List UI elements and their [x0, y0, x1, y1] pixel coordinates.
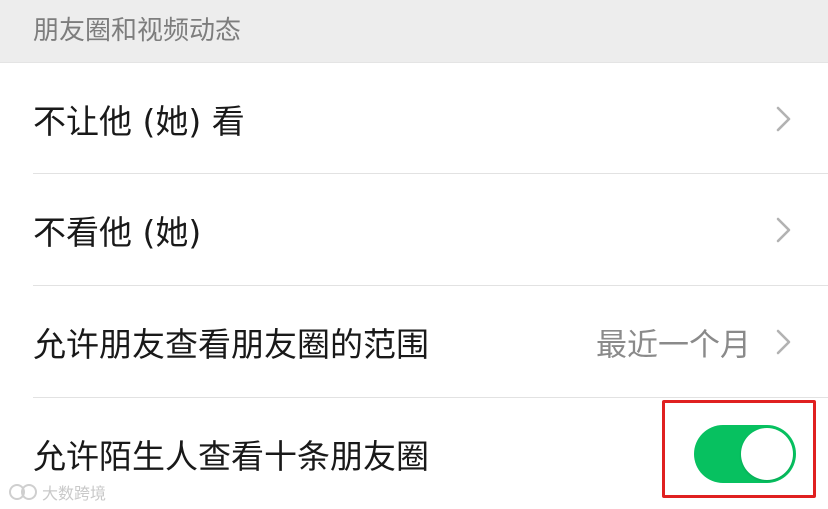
highlight-box [662, 400, 816, 498]
section-header: 朋友圈和视频动态 [0, 0, 828, 63]
row-label: 允许朋友查看朋友圈的范围 [33, 324, 429, 364]
row-hide-their-moments[interactable]: 不看他 (她) [0, 174, 828, 285]
row-label: 不看他 (她) [33, 212, 202, 252]
row-label: 允许陌生人查看十条朋友圈 [33, 436, 429, 476]
chevron-right-icon [776, 217, 791, 242]
section-title: 朋友圈和视频动态 [33, 16, 242, 46]
row-hide-my-moments[interactable]: 不让他 (她) 看 [0, 63, 828, 174]
row-moments-visible-range[interactable]: 允许朋友查看朋友圈的范围 最近一个月 [0, 286, 828, 397]
chevron-right-icon [776, 106, 791, 131]
watermark: 大数跨境 [8, 478, 106, 506]
chevron-right-icon [776, 329, 791, 354]
watermark-logo-icon [9, 484, 37, 500]
watermark-text: 大数跨境 [42, 484, 107, 503]
range-value: 最近一个月 [596, 327, 751, 363]
row-label: 不让他 (她) 看 [33, 101, 245, 141]
